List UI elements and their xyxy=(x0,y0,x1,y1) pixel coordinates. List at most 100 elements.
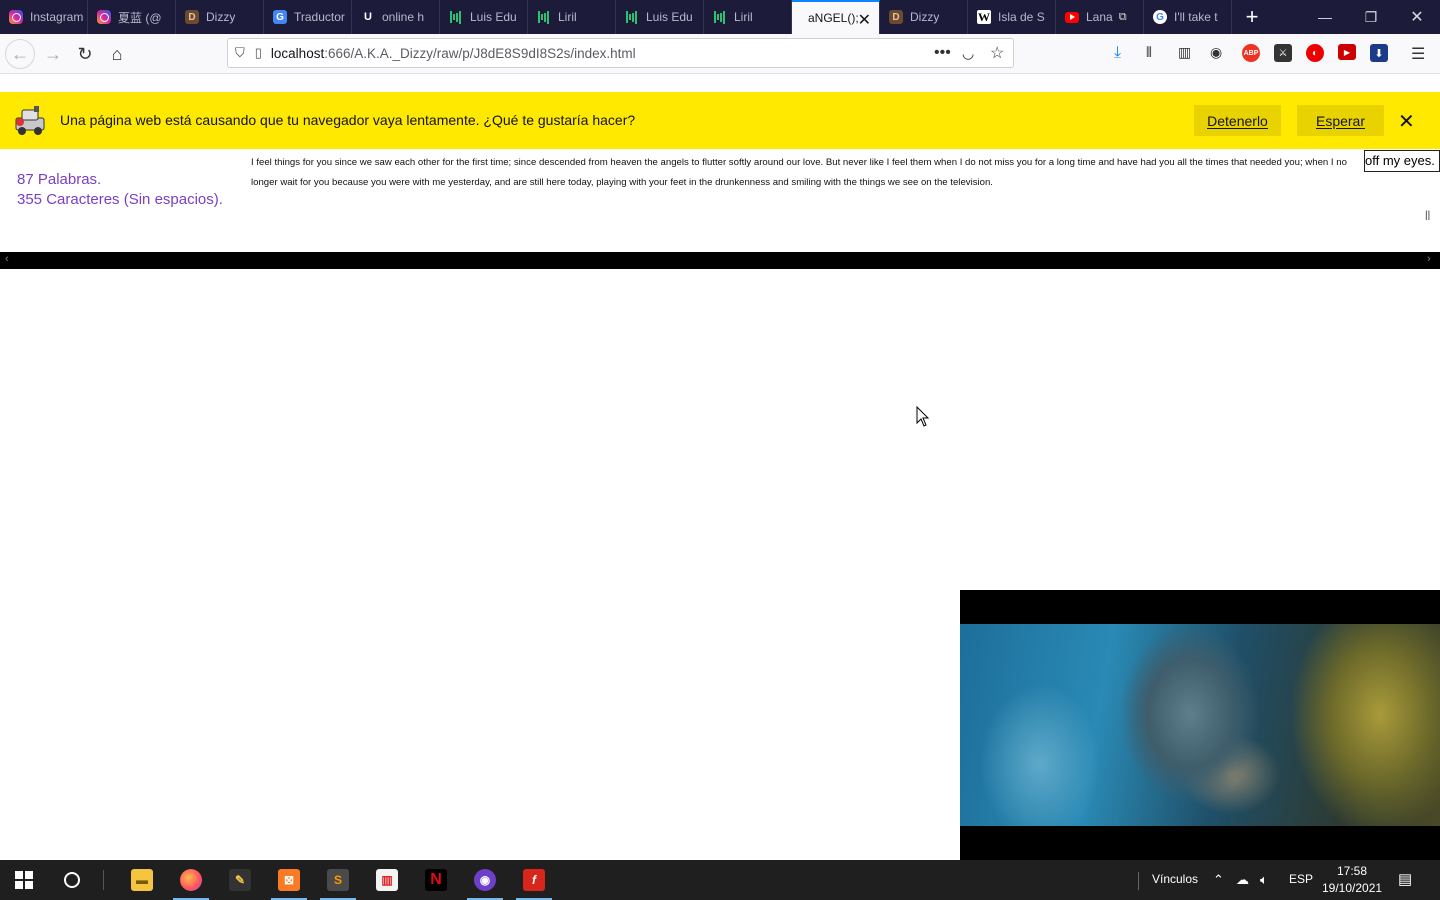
tab-label: Liril xyxy=(734,10,753,24)
new-tab-button[interactable]: + xyxy=(1232,0,1272,34)
popcorn-app-button[interactable]: ▥ xyxy=(363,860,411,900)
wait-button[interactable]: Esperar xyxy=(1297,105,1384,136)
tab-luis-edu[interactable]: Luis Edu xyxy=(440,0,528,34)
stop-script-button[interactable]: Detenerlo xyxy=(1194,105,1281,136)
page-actions-icon[interactable]: ••• xyxy=(934,44,951,62)
sublime-text-icon: S xyxy=(327,869,349,891)
file-explorer-button[interactable]: ▬ xyxy=(118,860,166,900)
address-bar[interactable]: ⛉ ▯ localhost:666/A.K.A._Dizzy/raw/p/J8d… xyxy=(227,38,1014,68)
tab-dizzy-2[interactable]: D Dizzy xyxy=(880,0,968,34)
video-player[interactable] xyxy=(960,590,1440,860)
marquee-text: off my eyes. xyxy=(1365,153,1435,168)
word-count: 87 Palabras. xyxy=(17,171,102,188)
extension-icon[interactable]: ⚔ xyxy=(1274,44,1292,62)
download-helper-icon[interactable]: ⬇ xyxy=(1370,44,1388,62)
reload-icon[interactable]: ↻ xyxy=(70,39,100,69)
close-notification-icon[interactable]: ✕ xyxy=(1398,109,1415,134)
tab-google[interactable]: G I'll take t xyxy=(1144,0,1232,34)
notifications-icon[interactable]: ▤ xyxy=(1398,870,1412,888)
tab-youtube[interactable]: Lana ⧉ xyxy=(1056,0,1144,34)
xampp-button[interactable]: ⊠ xyxy=(265,860,313,900)
tab-label: Luis Edu xyxy=(646,10,693,24)
account-icon[interactable]: ◉ xyxy=(1210,44,1222,61)
tab-liril[interactable]: Liril xyxy=(528,0,616,34)
links-toolbar[interactable]: Vínculos xyxy=(1152,872,1198,886)
youtube-icon xyxy=(1065,11,1079,23)
tab-angel-active[interactable]: aNGEL(); ✕ xyxy=(792,0,880,34)
tab-liril-2[interactable]: Liril xyxy=(704,0,792,34)
pocket-icon[interactable]: ◡ xyxy=(962,45,974,62)
google-icon: G xyxy=(1153,10,1167,24)
taskbar-divider xyxy=(103,870,104,890)
youtube-extension-icon[interactable]: ▶ xyxy=(1338,44,1356,60)
popcorn-icon: ▥ xyxy=(376,869,398,891)
scroll-left-arrow-icon[interactable]: ‹ xyxy=(5,253,9,265)
close-window-icon[interactable]: ✕ xyxy=(1394,0,1440,34)
back-arrow-icon[interactable]: ← xyxy=(5,39,35,69)
tab-label: Isla de S xyxy=(998,10,1045,24)
pause-indicator[interactable]: || xyxy=(1425,210,1430,221)
instagram-icon xyxy=(97,10,111,24)
notification-message: Una página web está causando que tu nave… xyxy=(60,112,636,128)
video-frame xyxy=(960,624,1440,826)
bars-favicon xyxy=(449,10,463,24)
tab-label: I'll take t xyxy=(1174,10,1218,24)
start-button[interactable] xyxy=(0,860,48,900)
poem-text: I feel things for you since we saw each … xyxy=(251,157,1347,188)
flash-icon: f xyxy=(523,869,545,891)
home-icon[interactable]: ⌂ xyxy=(102,39,132,69)
extension-red-icon[interactable]: ◐ xyxy=(1306,44,1324,62)
xampp-icon: ⊠ xyxy=(278,869,300,891)
close-tab-icon[interactable]: ✕ xyxy=(858,10,871,30)
tab-online[interactable]: Uonline h xyxy=(352,0,440,34)
sublime-text-button[interactable]: S xyxy=(314,860,362,900)
tab-luis-edu-2[interactable]: Luis Edu xyxy=(616,0,704,34)
wikipedia-icon: W xyxy=(977,9,991,24)
url-path: :666/A.K.A._Dizzy/raw/p/J8dE8S9dI8S2s/in… xyxy=(324,45,636,61)
input-language[interactable]: ESP xyxy=(1289,872,1313,886)
wait-label: Esperar xyxy=(1315,112,1366,129)
tab-label: Lana xyxy=(1086,10,1113,24)
netflix-icon: N xyxy=(425,869,447,891)
tab-instagram[interactable]: Instagram xyxy=(0,0,88,34)
tab-dizzy[interactable]: D Dizzy xyxy=(176,0,264,34)
adblock-plus-icon[interactable]: ABP xyxy=(1242,44,1260,62)
github-desktop-button[interactable]: ◉ xyxy=(461,860,509,900)
sidebar-icon[interactable]: ▥ xyxy=(1178,44,1191,61)
tab-label: Dizzy xyxy=(206,10,236,24)
tab-label: online h xyxy=(382,10,425,24)
dizzy-favicon: D xyxy=(185,10,199,24)
navigation-toolbar: ← → ↻ ⌂ ⛉ ▯ localhost:666/A.K.A._Dizzy/r… xyxy=(0,34,1440,74)
firefox-button[interactable] xyxy=(167,860,215,900)
bars-favicon xyxy=(537,10,551,24)
tracking-protection-shield-icon[interactable]: ⛉ xyxy=(235,45,245,61)
tab-instagram-2[interactable]: 夏蓝 (@ xyxy=(88,0,176,34)
bookmark-star-icon[interactable]: ☆ xyxy=(990,43,1004,63)
bars-favicon xyxy=(713,10,727,24)
page-info-icon[interactable]: ▯ xyxy=(255,45,262,61)
restore-window-icon[interactable]: ❐ xyxy=(1348,0,1394,34)
picture-in-picture-icon[interactable]: ⧉ xyxy=(1119,11,1127,24)
tab-label: Traductor xyxy=(294,10,345,24)
show-hidden-icons-chevron-icon[interactable]: ⌃ xyxy=(1213,872,1224,888)
app-ruler-button[interactable]: ✎ xyxy=(216,860,264,900)
forward-arrow-icon[interactable]: → xyxy=(38,39,68,69)
search-cortana-button[interactable] xyxy=(48,860,96,900)
menu-hamburger-icon[interactable]: ☰ xyxy=(1411,44,1425,64)
tab-strip: Instagram 夏蓝 (@ D Dizzy G Traductor Uonlin… xyxy=(0,0,1440,34)
tab-translator[interactable]: G Traductor xyxy=(264,0,352,34)
horizontal-scrollbar[interactable]: ‹ › xyxy=(0,252,1440,269)
tab-wikipedia[interactable]: W Isla de S xyxy=(968,0,1056,34)
volume-icon[interactable]: 🔈︎ xyxy=(1260,872,1268,888)
downloads-icon[interactable]: ⤓ xyxy=(1114,44,1121,62)
flash-player-button[interactable]: f xyxy=(510,860,558,900)
ul-favicon: U xyxy=(364,11,372,23)
scroll-right-arrow-icon[interactable]: › xyxy=(1427,253,1431,265)
clock[interactable]: 17:58 19/10/2021 xyxy=(1322,863,1382,897)
tab-label: 夏蓝 (@ xyxy=(118,10,162,25)
minimize-window-icon[interactable]: — xyxy=(1302,0,1348,34)
network-disconnected-icon[interactable]: ☁ xyxy=(1236,872,1249,888)
library-icon[interactable]: ⫴ xyxy=(1146,44,1152,61)
netflix-button[interactable]: N xyxy=(412,860,460,900)
url-text[interactable]: localhost:666/A.K.A._Dizzy/raw/p/J8dE8S9… xyxy=(271,46,636,61)
